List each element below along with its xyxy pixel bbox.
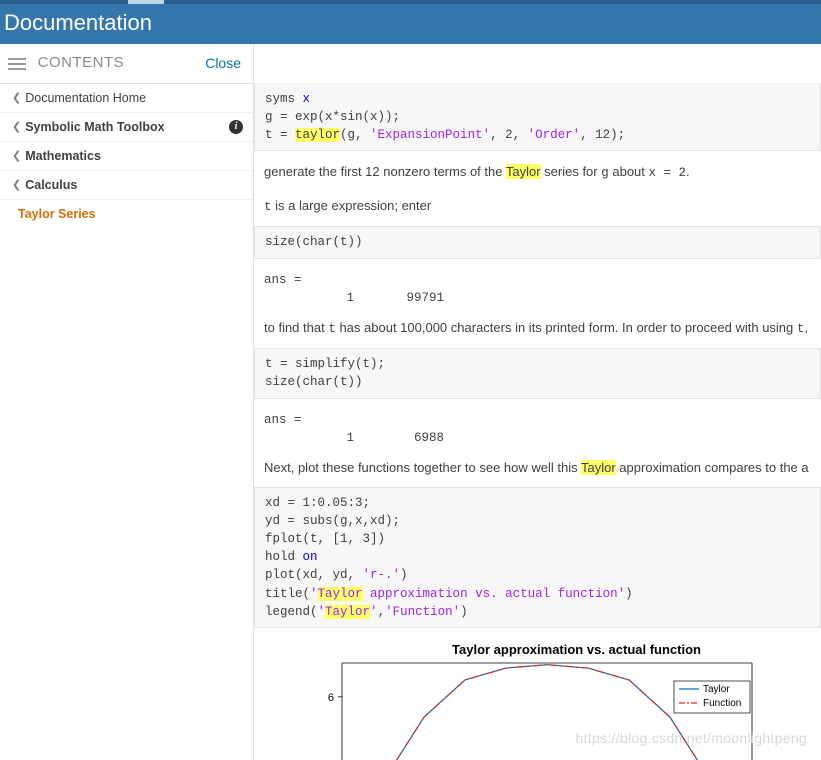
nav-documentation-home[interactable]: ❮ Documentation Home xyxy=(0,84,253,113)
nav-label: Documentation Home xyxy=(25,91,243,105)
nav-label: Symbolic Math Toolbox xyxy=(25,120,229,134)
doc-title: Documentation xyxy=(4,10,152,35)
menu-icon xyxy=(8,55,26,73)
nav-calculus[interactable]: ❮ Calculus xyxy=(0,171,253,200)
paragraph-4: Next, plot these functions together to s… xyxy=(254,455,821,487)
nav-label: Taylor Series xyxy=(18,207,243,221)
chevron-left-icon: ❮ xyxy=(12,91,21,104)
doc-header: Documentation xyxy=(0,0,821,44)
output-1: ans = 1 99791 xyxy=(254,267,821,315)
paragraph-1: generate the first 12 nonzero terms of t… xyxy=(254,159,821,193)
svg-text:Taylor: Taylor xyxy=(703,684,730,695)
contents-label: CONTENTS xyxy=(38,54,125,71)
nav-symbolic-math-toolbox[interactable]: ❮ Symbolic Math Toolbox i xyxy=(0,113,253,142)
content-top-gap xyxy=(254,44,821,84)
chevron-left-icon: ❮ xyxy=(12,120,21,133)
code-block-1: syms x g = exp(x*sin(x)); t = taylor(g, … xyxy=(254,84,821,151)
content-area: syms x g = exp(x*sin(x)); t = taylor(g, … xyxy=(254,44,821,760)
plot-svg: 6 Taylor Function xyxy=(294,661,774,760)
plot-title: Taylor approximation vs. actual function xyxy=(294,642,811,657)
chevron-left-icon: ❮ xyxy=(12,149,21,162)
nav-label: Mathematics xyxy=(25,149,243,163)
contents-toggle[interactable]: CONTENTS xyxy=(8,54,124,73)
info-icon[interactable]: i xyxy=(229,120,243,134)
code-block-3: t = simplify(t); size(char(t)) xyxy=(254,348,821,398)
svg-text:6: 6 xyxy=(328,692,334,704)
nav-label: Calculus xyxy=(25,178,243,192)
sidebar-top: CONTENTS Close xyxy=(0,44,253,84)
header-accent-tab xyxy=(128,0,164,4)
nav-taylor-series[interactable]: Taylor Series xyxy=(0,200,253,228)
code-block-4: xd = 1:0.05:3; yd = subs(g,x,xd); fplot(… xyxy=(254,487,821,628)
close-sidebar-link[interactable]: Close xyxy=(205,55,241,71)
code-block-2: size(char(t)) xyxy=(254,226,821,258)
paragraph-2: t is a large expression; enter xyxy=(254,193,821,227)
chevron-left-icon: ❮ xyxy=(12,178,21,191)
nav-list: ❮ Documentation Home ❮ Symbolic Math Too… xyxy=(0,84,253,228)
svg-text:Function: Function xyxy=(703,698,741,709)
sidebar: CONTENTS Close ❮ Documentation Home ❮ Sy… xyxy=(0,44,254,760)
output-2: ans = 1 6988 xyxy=(254,407,821,455)
paragraph-3: to find that t has about 100,000 charact… xyxy=(254,315,821,349)
nav-mathematics[interactable]: ❮ Mathematics xyxy=(0,142,253,171)
plot-area: Taylor approximation vs. actual function… xyxy=(254,636,821,760)
